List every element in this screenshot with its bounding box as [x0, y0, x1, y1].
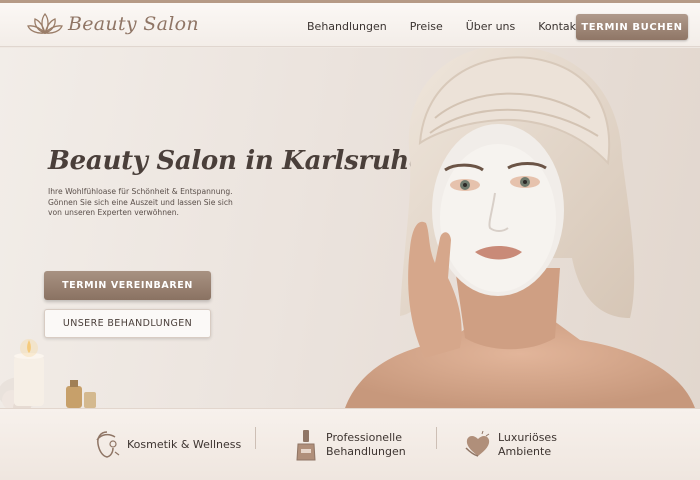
woman-face-mask-image — [345, 48, 695, 408]
make-appointment-button[interactable]: TERMIN VEREINBAREN — [44, 271, 211, 300]
face-care-icon — [96, 431, 120, 458]
divider — [436, 427, 437, 449]
nav-behandlungen[interactable]: Behandlungen — [307, 20, 387, 33]
feature-label-line: Luxuriöses — [498, 431, 557, 444]
logo[interactable]: Beauty Salon — [26, 11, 199, 37]
nav-ueber-uns[interactable]: Über uns — [466, 20, 516, 33]
main-nav: Behandlungen Preise Über uns Kontakt — [307, 20, 603, 33]
feature-label-line: Ambiente — [498, 445, 552, 458]
feature-label: Professionelle Behandlungen — [326, 431, 406, 459]
hero-description: Ihre Wohlfühloase für Schönheit & Entspa… — [48, 187, 268, 219]
feature-label: Kosmetik & Wellness — [127, 438, 241, 452]
feature-ambiente: Luxuriöses Ambiente — [464, 409, 557, 480]
nav-preise[interactable]: Preise — [410, 20, 443, 33]
feature-label-line: Kosmetik & Wellness — [127, 438, 242, 451]
hero-text-line: Gönnen Sie sich eine Auszeit und lassen … — [48, 197, 233, 207]
hero-text-line: von unseren Experten verwöhnen. — [48, 208, 179, 217]
hero-section: Beauty Salon in Karlsruhe! Ihre Wohlfühl… — [0, 48, 700, 408]
feature-label-line: Professionelle — [326, 431, 402, 444]
features-bar: Kosmetik & Wellness Professionelle Behan… — [0, 408, 700, 480]
feature-label-line: Behandlungen — [326, 445, 406, 458]
feature-behandlungen: Professionelle Behandlungen — [292, 409, 406, 480]
divider — [255, 427, 256, 449]
feature-kosmetik: Kosmetik & Wellness — [93, 409, 241, 480]
logo-text: Beauty Salon — [68, 13, 199, 35]
lotus-icon — [27, 12, 63, 35]
book-appointment-button[interactable]: TERMIN BUCHEN — [576, 14, 688, 40]
site-header: Beauty Salon Behandlungen Preise Über un… — [0, 3, 700, 47]
heart-hands-icon — [465, 430, 490, 457]
nav-kontakt[interactable]: Kontakt — [538, 20, 580, 33]
feature-label: Luxuriöses Ambiente — [498, 431, 557, 459]
hero-text-line: Ihre Wohlfühloase für Schönheit & Entspa… — [48, 187, 233, 196]
nail-polish-icon — [296, 430, 316, 461]
our-treatments-button[interactable]: UNSERE BEHANDLUNGEN — [44, 309, 211, 338]
